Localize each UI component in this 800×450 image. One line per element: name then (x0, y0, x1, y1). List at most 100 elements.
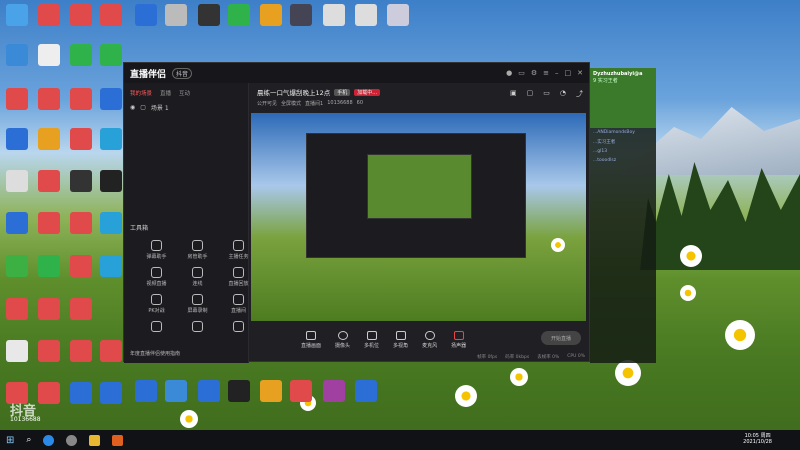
settings-icon[interactable]: ⚙ (531, 69, 537, 77)
go-live-button[interactable]: 开始直播 (541, 331, 581, 345)
app-tag[interactable]: 抖音 (172, 67, 193, 79)
desktop-icon[interactable] (198, 4, 220, 26)
desktop-icon[interactable] (100, 44, 122, 66)
desktop-icon[interactable] (100, 340, 122, 362)
speaker-button[interactable]: 扬声器 (451, 331, 466, 349)
screen-capture-button[interactable]: 直播画面 (301, 331, 321, 349)
folder-icon[interactable] (89, 434, 101, 446)
desktop-icon[interactable] (355, 4, 377, 26)
desktop-icon[interactable] (100, 4, 122, 26)
start-icon[interactable]: ⊞ (6, 435, 14, 446)
tool-item[interactable] (179, 321, 216, 334)
minimize-icon[interactable]: – (555, 69, 559, 77)
visibility[interactable]: 公开可见 (257, 100, 277, 107)
desktop-icon[interactable] (38, 128, 60, 150)
desktop-icon[interactable] (6, 4, 28, 26)
multi-view-button[interactable]: 多视角 (393, 331, 408, 349)
desktop-icon[interactable] (6, 255, 28, 277)
desktop-icon[interactable] (355, 380, 377, 402)
desktop-icon[interactable] (38, 88, 60, 110)
tab-live[interactable]: 直播 (160, 89, 171, 97)
desktop-icon[interactable] (100, 382, 122, 404)
desktop-icon[interactable] (228, 4, 250, 26)
avatar[interactable]: ● (506, 69, 512, 77)
desktop-icon[interactable] (100, 255, 122, 277)
screen-icon[interactable]: ▭ (543, 89, 550, 99)
desktop-icon[interactable] (70, 212, 92, 234)
desktop-icon[interactable] (100, 128, 122, 150)
desktop-icon[interactable] (260, 4, 282, 26)
desktop-icon[interactable] (70, 298, 92, 320)
lock-icon[interactable]: ▢ (140, 104, 146, 111)
desktop-icon[interactable] (323, 4, 345, 26)
desktop-icon[interactable] (228, 380, 250, 402)
desktop-icon[interactable] (6, 128, 28, 150)
desktop-icon[interactable] (6, 88, 28, 110)
tool-item[interactable]: 视频直播 (138, 267, 175, 287)
desktop-icon[interactable] (38, 382, 60, 404)
desktop-icon[interactable] (38, 255, 60, 277)
desktop-icon[interactable] (70, 255, 92, 277)
stream-preview[interactable] (251, 113, 586, 321)
desktop-icon[interactable] (198, 380, 220, 402)
menu-icon[interactable]: ≡ (543, 69, 549, 77)
desktop-icon[interactable] (6, 340, 28, 362)
desktop-icon[interactable] (38, 340, 60, 362)
tool-item[interactable]: 连线 (179, 267, 216, 287)
desktop-icon[interactable] (387, 4, 409, 26)
desktop-icon[interactable] (100, 212, 122, 234)
desktop-icon[interactable] (165, 4, 187, 26)
desktop-icon[interactable] (70, 340, 92, 362)
desktop-icon[interactable] (70, 170, 92, 192)
desktop-icon[interactable] (70, 88, 92, 110)
tool-item[interactable] (138, 321, 175, 334)
desktop-icon[interactable] (70, 382, 92, 404)
desktop-icon[interactable] (70, 128, 92, 150)
camera-button[interactable]: 摄像头 (335, 331, 350, 349)
tool-item[interactable]: PK对战 (138, 294, 175, 314)
desktop-icon[interactable] (38, 298, 60, 320)
desktop-icon[interactable] (290, 4, 312, 26)
clock[interactable]: 10:05 周四 2021/10/28 (743, 433, 772, 445)
desktop-icon[interactable] (290, 380, 312, 402)
desktop-icon[interactable] (100, 170, 122, 192)
live-app-icon[interactable] (112, 434, 124, 446)
desktop-icon[interactable] (323, 380, 345, 402)
multi-camera-button[interactable]: 多机位 (364, 331, 379, 349)
desktop-icon[interactable] (260, 380, 282, 402)
desktop-icon[interactable] (6, 170, 28, 192)
desktop-icon[interactable] (38, 4, 60, 26)
scene-row[interactable]: ◉ ▢ 场景 1 (124, 103, 248, 112)
desktop-icon[interactable] (6, 298, 28, 320)
desktop-icon[interactable] (38, 170, 60, 192)
stream-title[interactable]: 晨练一口气爆刮晚上12点 (257, 87, 330, 97)
share-icon[interactable]: ⤴ (576, 89, 583, 99)
mode[interactable]: 全屏模式 (281, 100, 301, 107)
desktop-icon[interactable] (38, 212, 60, 234)
close-icon[interactable]: ✕ (577, 69, 583, 77)
tool-item[interactable]: 屏幕录制 (179, 294, 216, 314)
sidebar-footer[interactable]: 年度直播伴侣使用指南 (130, 350, 180, 357)
desktop-icon[interactable] (70, 44, 92, 66)
desktop-icon[interactable] (38, 44, 60, 66)
search-icon[interactable]: ⌕ (26, 435, 31, 445)
browser-icon[interactable] (43, 434, 55, 446)
maximize-icon[interactable]: □ (565, 69, 572, 77)
gift-icon[interactable]: ▣ (510, 89, 517, 99)
desktop-icon[interactable] (135, 4, 157, 26)
message-icon[interactable]: ▭ (518, 69, 525, 77)
desktop-icon[interactable] (100, 88, 122, 110)
tool-item[interactable]: 房管助手 (179, 240, 216, 260)
tab-scenes[interactable]: 我的场景 (130, 89, 152, 97)
tool-item[interactable]: 弹幕助手 (138, 240, 175, 260)
microphone-button[interactable]: 麦克风 (422, 331, 437, 349)
tab-interact[interactable]: 互动 (179, 89, 190, 97)
bell-icon[interactable]: ◔ (560, 89, 566, 99)
app-icon[interactable] (66, 434, 78, 446)
eye-icon[interactable]: ◉ (130, 104, 135, 111)
desktop-icon[interactable] (70, 4, 92, 26)
desktop-icon[interactable] (6, 212, 28, 234)
desktop-icon[interactable] (165, 380, 187, 402)
desktop-icon[interactable] (6, 44, 28, 66)
desktop-icon[interactable] (135, 380, 157, 402)
